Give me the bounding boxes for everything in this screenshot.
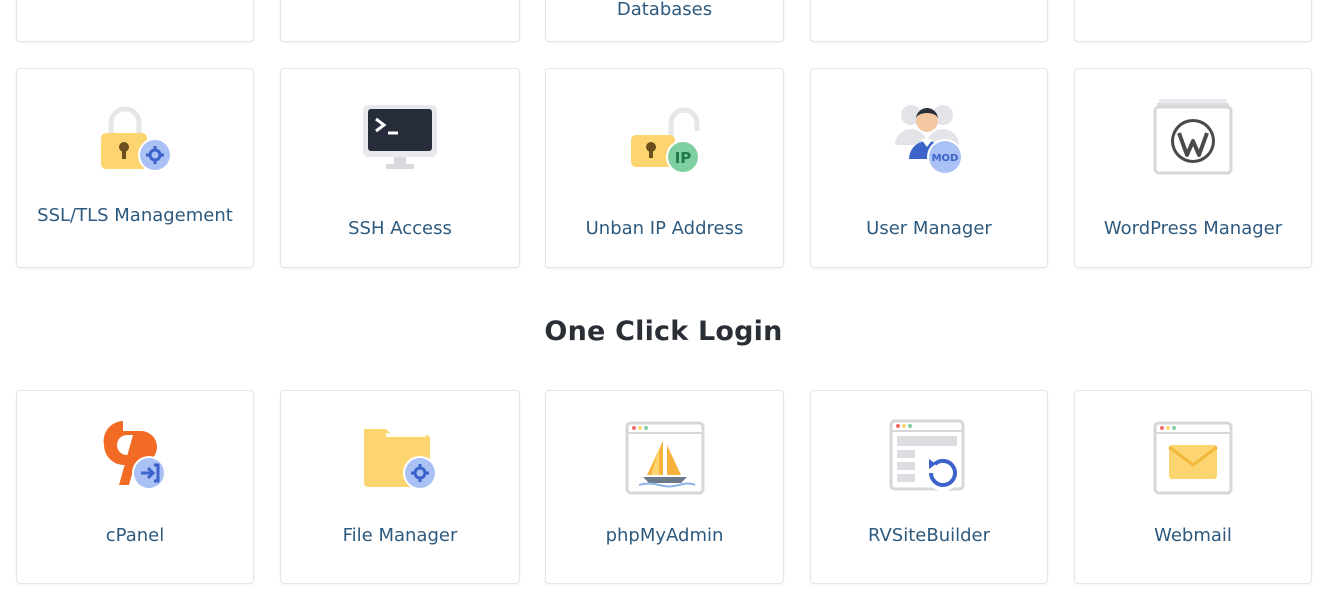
tile-ssh-access[interactable]: SSH Access — [280, 68, 520, 268]
phpmyadmin-sailboat-icon — [625, 421, 704, 495]
tile-label: File Manager — [342, 525, 458, 546]
tile-webmail[interactable]: Webmail — [1074, 390, 1312, 584]
users-mod-icon: MOD — [895, 105, 963, 175]
unlocked-ip-icon: IP — [630, 107, 700, 174]
svg-text:IP: IP — [674, 149, 691, 167]
tile-databases[interactable]: Databases — [545, 0, 784, 42]
wordpress-icon — [1153, 99, 1233, 175]
sitebuilder-refresh-icon — [889, 419, 965, 491]
tile-label: Databases — [616, 0, 713, 20]
tile-top-1[interactable] — [16, 0, 254, 42]
tile-label: WordPress Manager — [1103, 218, 1283, 239]
tile-unban-ip-address[interactable]: IP Unban IP Address — [545, 68, 784, 268]
tile-label: SSL/TLS Management — [37, 205, 233, 226]
tile-file-manager[interactable]: File Manager — [280, 390, 520, 584]
tile-top-5[interactable] — [1074, 0, 1312, 42]
tile-top-2[interactable] — [280, 0, 520, 42]
tile-label: cPanel — [105, 525, 165, 546]
folder-gear-icon — [364, 429, 437, 490]
svg-text:MOD: MOD — [932, 153, 959, 164]
tile-wordpress-manager[interactable]: WordPress Manager — [1074, 68, 1312, 268]
tile-phpmyadmin[interactable]: phpMyAdmin — [545, 390, 784, 584]
tile-top-4[interactable] — [810, 0, 1048, 42]
tile-ssl-tls-management[interactable]: SSL/TLS Management — [16, 68, 254, 268]
tile-label: User Manager — [866, 218, 992, 239]
tile-cpanel[interactable]: cPanel — [16, 390, 254, 584]
tile-rvsitebuilder[interactable]: RVSiteBuilder — [810, 390, 1048, 584]
section-title-one-click-login: One Click Login — [544, 316, 783, 347]
tile-user-manager[interactable]: MOD User Manager — [810, 68, 1048, 268]
tile-label: Webmail — [1154, 525, 1232, 546]
ssl-lock-gear-icon — [101, 106, 172, 172]
tile-label: RVSiteBuilder — [867, 525, 991, 546]
tile-label: Unban IP Address — [585, 218, 744, 239]
mail-envelope-icon — [1153, 421, 1233, 495]
tile-label: phpMyAdmin — [605, 525, 724, 546]
cpanel-login-icon — [103, 421, 166, 490]
tile-label: SSH Access — [348, 218, 452, 239]
terminal-monitor-icon — [363, 105, 437, 169]
